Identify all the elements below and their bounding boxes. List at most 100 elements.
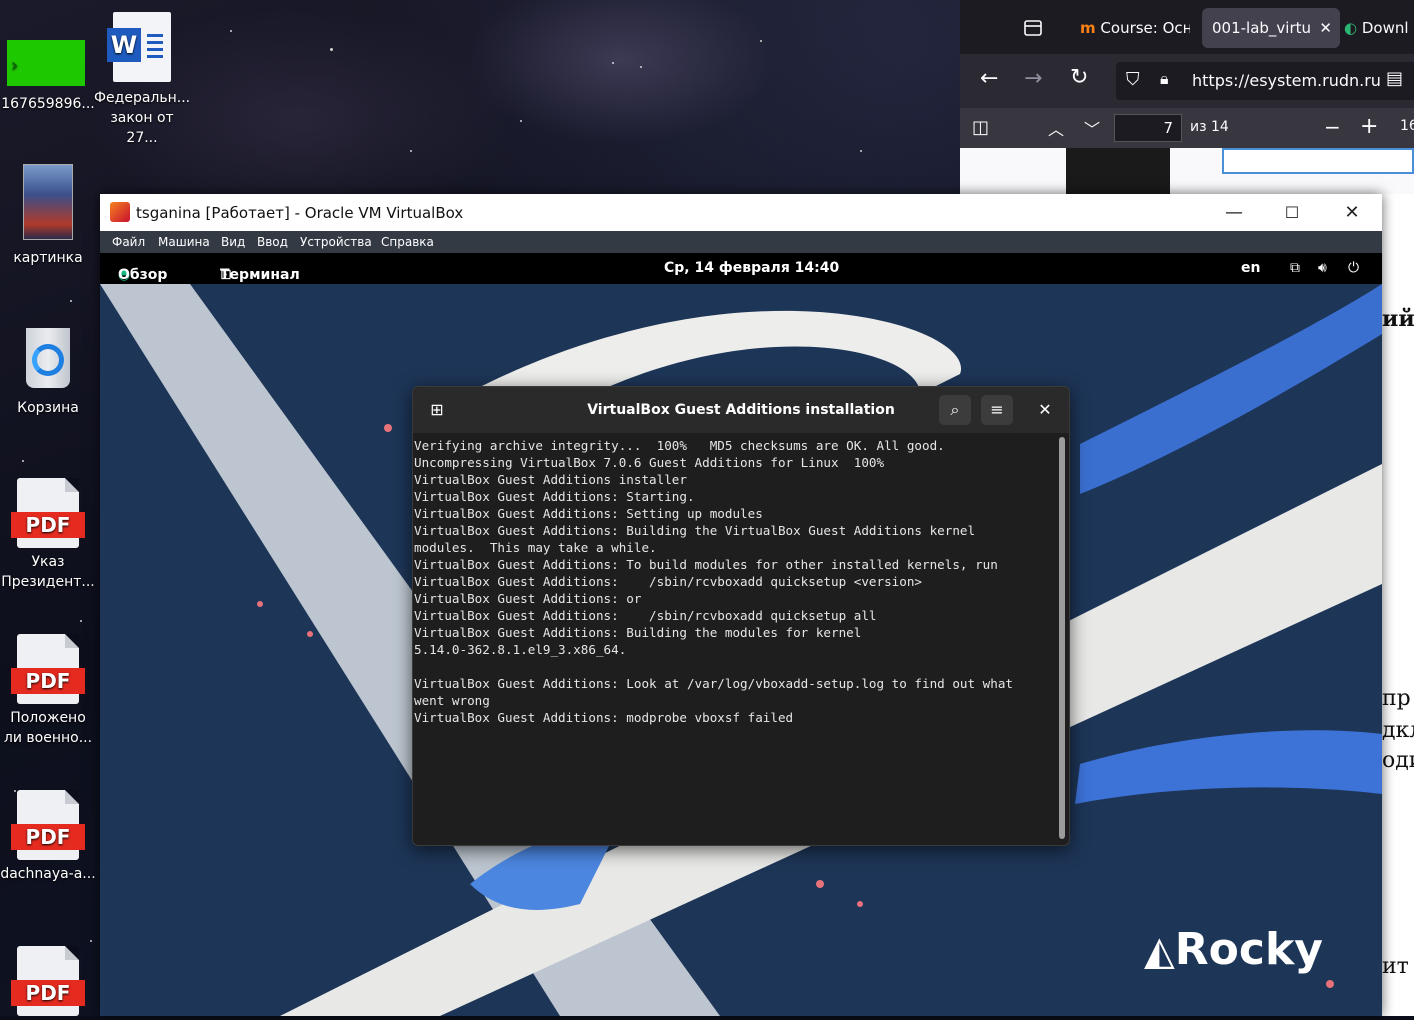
terminal-line: VirtualBox Guest Additions installer — [414, 472, 687, 487]
menu-file[interactable]: Файл — [112, 235, 145, 249]
terminal-line: VirtualBox Guest Additions: Building the… — [414, 625, 862, 640]
desktop-icon-file-167659896[interactable]: › 167659896... — [0, 40, 96, 114]
desktop-icon-label: Указ — [31, 554, 65, 570]
doc-text-fragment: ит — [1382, 954, 1409, 979]
desktop-icon-recycle-bin[interactable]: Корзина — [0, 320, 96, 418]
search-button[interactable]: ⌕ — [939, 395, 971, 425]
shield-icon: ⛉ — [1126, 69, 1140, 90]
desktop-icon-label: dachnaya-a... — [0, 866, 96, 882]
tab-list-icon — [1024, 20, 1042, 36]
terminal-line: VirtualBox Guest Additions: modprobe vbo… — [414, 710, 794, 725]
terminal-output[interactable]: Verifying archive integrity... 100% MD5 … — [413, 433, 1055, 845]
window-title: tsganina [Работает] - Oracle VM VirtualB… — [136, 204, 464, 222]
maximize-button[interactable]: ☐ — [1272, 200, 1312, 226]
menu-help[interactable]: Справка — [381, 235, 434, 249]
rocky-mountain-icon: ◭ — [1144, 928, 1175, 974]
pdf-file-icon: PDF — [11, 478, 85, 548]
volume-icon[interactable]: 🔊︎ — [1318, 260, 1327, 276]
pdf-file-icon: PDF — [11, 634, 85, 704]
menu-devices[interactable]: Устройства — [300, 235, 372, 249]
clock[interactable]: Ср, 14 февраля 14:40 — [664, 260, 839, 276]
pdf-toolbar: ◫ ︿ ﹀ 7 из 14 − + 16 — [960, 108, 1414, 148]
vbox-titlebar[interactable]: tsganina [Работает] - Oracle VM VirtualB… — [100, 194, 1382, 231]
desktop-icon-pdf-partial[interactable]: PDF — [0, 946, 96, 1020]
page-count: из 14 — [1190, 119, 1229, 135]
pdf-thumbnail-dark — [1066, 148, 1170, 194]
rocky-brand-text: Rocky — [1174, 924, 1323, 975]
tab-download[interactable]: ◐ Downl — [1344, 8, 1414, 48]
pdf-document-page: ийс пр дкл оди ит — [1382, 194, 1414, 1016]
tab-course[interactable]: m Course: Осн — [1080, 8, 1190, 48]
zoom-in-icon[interactable]: + — [1360, 114, 1378, 139]
desktop-icon-kartinka[interactable]: картинка — [0, 164, 96, 268]
download-site-icon: ◐ — [1344, 19, 1358, 37]
menu-input[interactable]: Ввод — [257, 235, 288, 249]
address-bar[interactable]: ⛉ 🔒︎ https://esystem.rudn.ru ▤ — [1116, 62, 1414, 100]
terminal-line: VirtualBox Guest Additions: /sbin/rcvbox… — [414, 574, 922, 589]
reader-view-icon[interactable]: ▤ — [1386, 68, 1403, 89]
close-tab-icon[interactable]: ✕ — [1319, 8, 1332, 48]
pdf-viewer-area — [960, 148, 1414, 194]
tab-label: Downl — [1361, 19, 1409, 37]
app-menu-label: Терминал — [220, 267, 300, 283]
terminal-line: Verifying archive integrity... 100% MD5 … — [414, 438, 945, 453]
close-button[interactable]: ✕ — [1029, 395, 1061, 425]
desktop-icon-pdf-polozheno[interactable]: PDF Положено ли военно... — [0, 634, 96, 748]
power-icon[interactable]: ⏻ — [1348, 260, 1359, 276]
tab-label: Course: Осн — [1100, 19, 1190, 37]
rocky-brand-logo: ◭Rocky — [1144, 924, 1323, 975]
book-cover-icon — [23, 164, 73, 240]
network-icon[interactable]: ⧉ — [1290, 260, 1300, 276]
pdf-file-icon: PDF — [11, 946, 85, 1016]
terminal-scrollbar[interactable] — [1059, 437, 1065, 839]
desktop-icon-label: Корзина — [17, 400, 79, 416]
terminal-headerbar[interactable]: ⊞ VirtualBox Guest Additions installatio… — [413, 387, 1069, 433]
menu-machine[interactable]: Машина — [158, 235, 210, 249]
browser-tab-strip: m Course: Осн 001-lab_virtu ✕ ◐ Downl — [960, 0, 1414, 54]
close-icon: ✕ — [1038, 400, 1052, 419]
terminal-line: modules. This may take a while. — [414, 540, 657, 555]
lock-icon: 🔒︎ — [1160, 69, 1169, 88]
terminal-line: VirtualBox Guest Additions: Building the… — [414, 523, 976, 538]
find-input[interactable] — [1222, 148, 1414, 174]
desktop-icon-pdf-dachnaya[interactable]: PDF dachnaya-a... — [0, 790, 96, 884]
desktop-icon-pdf-ukaz[interactable]: PDF Указ Президент... — [0, 478, 96, 592]
back-arrow-icon[interactable]: ← — [980, 66, 998, 91]
desktop-icon-label: Федеральн... — [94, 90, 191, 106]
desktop-icon-federal-law[interactable]: W Федеральн... закон от 27... — [94, 12, 190, 148]
moodle-icon: m — [1080, 19, 1096, 37]
browser-window: m Course: Осн 001-lab_virtu ✕ ◐ Downl ← … — [960, 0, 1414, 194]
menu-button[interactable]: ≡ — [981, 395, 1013, 425]
desktop-icon-label-line2: ли военно... — [3, 730, 93, 746]
tab-lab-virtualbox[interactable]: 001-lab_virtu ✕ — [1202, 8, 1340, 48]
sidebar-toggle-icon[interactable]: ◫ — [972, 117, 989, 138]
url-text: https://esystem.rudn.ru — [1192, 71, 1381, 90]
page-number-input[interactable]: 7 — [1114, 114, 1182, 142]
previous-page-icon[interactable]: ︿ — [1048, 116, 1064, 140]
keyboard-layout[interactable]: en — [1241, 260, 1260, 276]
tab-list-button[interactable] — [1022, 8, 1048, 48]
terminal-line: VirtualBox Guest Additions: Setting up m… — [414, 506, 763, 521]
doc-text-fragment: дкл — [1382, 718, 1414, 743]
terminal-line: Uncompressing VirtualBox 7.0.6 Guest Add… — [414, 455, 885, 470]
forward-arrow-icon[interactable]: → — [1024, 66, 1042, 91]
browser-navbar: ← → ↻ ⛉ 🔒︎ https://esystem.rudn.ru ▤ — [960, 54, 1414, 108]
desktop-icon-label-line2: Президент... — [1, 574, 95, 590]
vbox-menubar: Файл Машина Вид Ввод Устройства Справка — [100, 231, 1382, 253]
zoom-out-icon[interactable]: − — [1324, 115, 1341, 139]
virtualbox-logo-icon — [110, 202, 130, 222]
doc-text-fragment: ийс — [1382, 306, 1414, 332]
terminal-line: VirtualBox Guest Additions: Starting. — [414, 489, 695, 504]
terminal-line: VirtualBox Guest Additions: /sbin/rcvbox… — [414, 608, 877, 623]
zoom-level[interactable]: 16 — [1400, 118, 1414, 134]
terminal-line: VirtualBox Guest Additions: Look at /var… — [414, 676, 1013, 691]
next-page-icon[interactable]: ﹀ — [1084, 116, 1100, 140]
menu-view[interactable]: Вид — [221, 235, 245, 249]
reload-icon[interactable]: ↻ — [1070, 65, 1088, 90]
close-button[interactable]: ✕ — [1332, 200, 1372, 226]
gnome-top-bar: ◓ Обзор ⊡ Терминал Ср, 14 февраля 14:40 … — [100, 253, 1382, 284]
minimize-button[interactable]: — — [1214, 200, 1254, 226]
terminal-line: VirtualBox Guest Additions: To build mod… — [414, 557, 998, 572]
hamburger-menu-icon: ≡ — [990, 400, 1004, 419]
